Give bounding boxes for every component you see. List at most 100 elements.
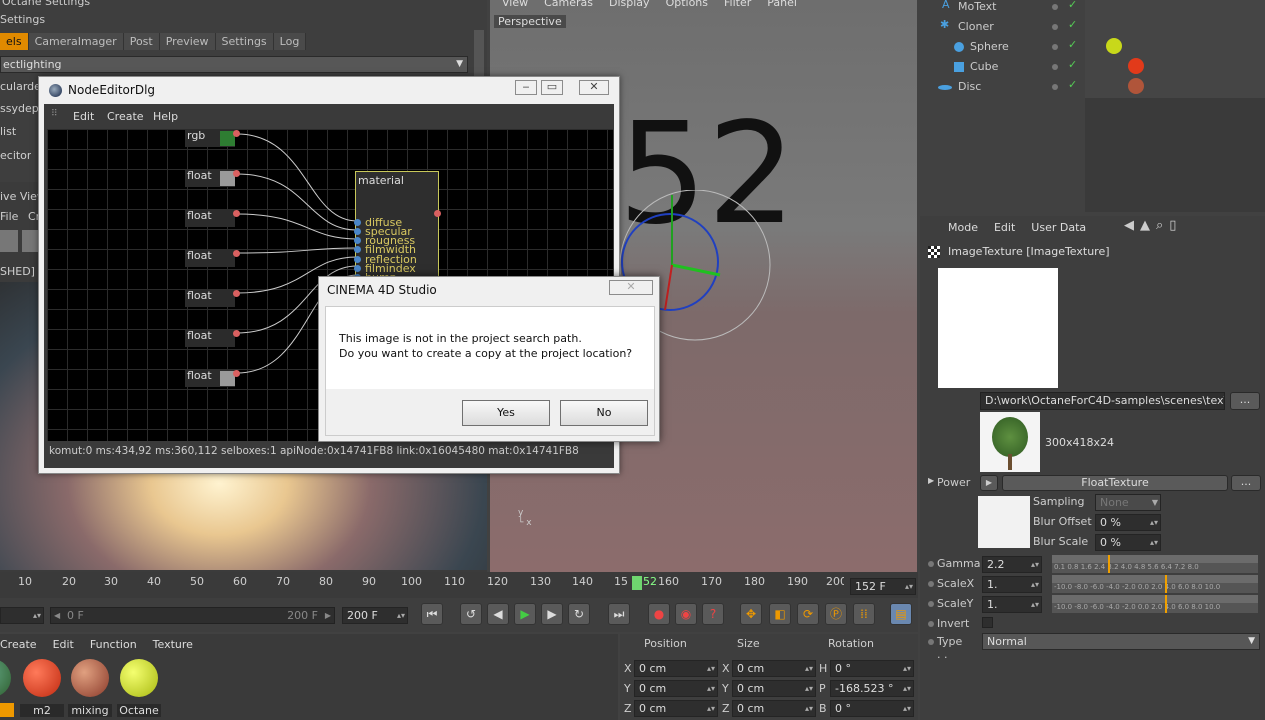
stepper-icon[interactable]: ▴▾: [905, 579, 913, 594]
grid-key-button[interactable]: ⁞⁞: [853, 603, 875, 625]
octane-side-item[interactable]: list: [0, 125, 16, 138]
back-arrow-icon[interactable]: ◀: [1124, 218, 1140, 233]
visibility-dot[interactable]: [1052, 4, 1058, 10]
rotation-h-field[interactable]: 0 ° ▴▾: [830, 660, 914, 677]
check-icon[interactable]: ✓: [1068, 78, 1077, 91]
material-swatch[interactable]: Octane: [117, 657, 161, 717]
input-pin[interactable]: [354, 256, 361, 263]
output-pin[interactable]: [233, 330, 240, 337]
octane-side-item[interactable]: ssydept: [0, 102, 43, 115]
scaley-handle[interactable]: [1165, 595, 1168, 613]
stepper-icon[interactable]: ▴▾: [397, 608, 405, 623]
size-x-field[interactable]: 0 cm ▴▾: [732, 660, 816, 677]
stepper-icon[interactable]: ▴▾: [707, 661, 715, 676]
menu-panel[interactable]: Panel: [767, 0, 797, 9]
menu-view[interactable]: View: [502, 0, 528, 9]
menu-mode[interactable]: Mode: [948, 221, 978, 234]
blur-scale-field[interactable]: 0 % ▴▾: [1095, 534, 1161, 551]
stepper-icon[interactable]: ▴▾: [707, 681, 715, 696]
no-button[interactable]: No: [560, 400, 648, 426]
output-pin[interactable]: [434, 210, 441, 217]
lock-icon[interactable]: ▯: [1169, 218, 1182, 233]
prev-key-button[interactable]: ↺: [460, 603, 482, 625]
blur-offset-field[interactable]: 0 % ▴▾: [1095, 514, 1161, 531]
octane-settings-menu[interactable]: Settings: [0, 13, 45, 26]
check-icon[interactable]: ✓: [1068, 0, 1077, 11]
rotate-key-button[interactable]: ⟳: [797, 603, 819, 625]
stepper-icon[interactable]: ▴▾: [805, 681, 813, 696]
material-node[interactable]: material diffuse specular rougness filmw…: [354, 171, 441, 291]
menu-function[interactable]: Function: [90, 638, 137, 651]
browse-button[interactable]: ...: [1230, 392, 1260, 410]
maximize-button[interactable]: ▭: [541, 80, 563, 95]
type-select[interactable]: Normal ▼: [982, 633, 1260, 650]
scalex-handle[interactable]: [1165, 575, 1168, 593]
scalex-field[interactable]: 1. ▴▾: [982, 576, 1042, 593]
menu-edit[interactable]: Edit: [994, 221, 1015, 234]
menu-create[interactable]: Create: [107, 110, 144, 123]
param-key-button[interactable]: Ⓟ: [825, 603, 847, 625]
animate-dot[interactable]: [928, 621, 934, 627]
yes-button[interactable]: Yes: [462, 400, 550, 426]
octane-side-item[interactable]: ecitor: [0, 149, 31, 159]
node[interactable]: float: [185, 249, 240, 269]
play-button[interactable]: ▶: [514, 603, 536, 625]
size-y-field[interactable]: 0 cm ▴▾: [732, 680, 816, 697]
menu-edit[interactable]: Edit: [53, 638, 74, 651]
rotation-p-field[interactable]: -168.523 ° ▴▾: [830, 680, 914, 697]
output-pin[interactable]: [233, 210, 240, 217]
kernel-select[interactable]: ectlighting ▼: [0, 56, 468, 73]
menu-create[interactable]: Create: [0, 638, 37, 651]
go-to-start-button[interactable]: ⏮: [421, 603, 443, 625]
move-key-button[interactable]: ✥: [740, 603, 762, 625]
animate-dot[interactable]: [928, 581, 934, 587]
rotation-b-field[interactable]: 0 ° ▴▾: [830, 700, 914, 717]
input-pin[interactable]: [354, 228, 361, 235]
material-swatch[interactable]: m2: [20, 657, 64, 717]
animate-dot[interactable]: [928, 639, 934, 645]
up-arrow-icon[interactable]: ▲: [1140, 218, 1156, 233]
check-icon[interactable]: ✓: [1068, 18, 1077, 31]
prev-frame-button[interactable]: ◀: [487, 603, 509, 625]
dialog-close-button[interactable]: ✕: [609, 280, 653, 295]
current-frame-field[interactable]: 152 F ▴▾: [850, 578, 916, 595]
material-tag-icon[interactable]: [1106, 38, 1122, 54]
object-row[interactable]: Cube ✓: [922, 58, 1264, 78]
left-arrow-icon[interactable]: ◀: [54, 608, 60, 623]
next-key-button[interactable]: ↻: [568, 603, 590, 625]
scaley-field[interactable]: 1. ▴▾: [982, 596, 1042, 613]
check-icon[interactable]: ✓: [1068, 58, 1077, 71]
output-pin[interactable]: [233, 250, 240, 257]
position-z-field[interactable]: 0 cm ▴▾: [634, 700, 718, 717]
visibility-dot[interactable]: [1052, 44, 1058, 50]
stepper-icon[interactable]: ▴▾: [903, 661, 911, 676]
menu-filter[interactable]: Filter: [724, 0, 751, 9]
menu-edit[interactable]: Edit: [73, 110, 94, 123]
stepper-icon[interactable]: ▴▾: [903, 701, 911, 716]
tab-preview[interactable]: Preview: [159, 33, 216, 50]
node[interactable]: float: [185, 169, 240, 189]
tab-log[interactable]: Log: [273, 33, 307, 50]
scalex-slider[interactable]: -10.0 -8.0 -6.0 -4.0 -2.0 0.0 2.0 4.0 6.…: [1052, 575, 1258, 593]
menu-cameras[interactable]: Cameras: [544, 0, 593, 9]
gamma-handle[interactable]: [1107, 555, 1110, 573]
help-button[interactable]: ?: [702, 603, 724, 625]
expand-arrow-icon[interactable]: ▶: [928, 476, 934, 485]
node[interactable]: float: [185, 289, 240, 309]
stepper-icon[interactable]: ▴▾: [805, 701, 813, 716]
stepper-icon[interactable]: ▴▾: [1150, 535, 1158, 550]
size-z-field[interactable]: 0 cm ▴▾: [732, 700, 816, 717]
output-pin[interactable]: [233, 290, 240, 297]
search-icon[interactable]: ⌕: [1156, 218, 1169, 233]
menu-display[interactable]: Display: [609, 0, 650, 9]
max-frame-field[interactable]: 200 F ▴▾: [342, 607, 408, 624]
rewind-icon[interactable]: [0, 230, 18, 252]
visibility-dot[interactable]: [1052, 84, 1058, 90]
menu-texture[interactable]: Texture: [153, 638, 193, 651]
menu-user-data[interactable]: User Data: [1031, 221, 1086, 234]
node[interactable]: rgb: [185, 129, 240, 149]
position-x-field[interactable]: 0 cm ▴▾: [634, 660, 718, 677]
output-pin[interactable]: [233, 170, 240, 177]
gamma-slider[interactable]: 0.1 0.8 1.6 2.4 3.2 4.0 4.8 5.6 6.4 7.2 …: [1052, 555, 1258, 573]
start-frame-field[interactable]: ▴▾: [0, 607, 44, 624]
